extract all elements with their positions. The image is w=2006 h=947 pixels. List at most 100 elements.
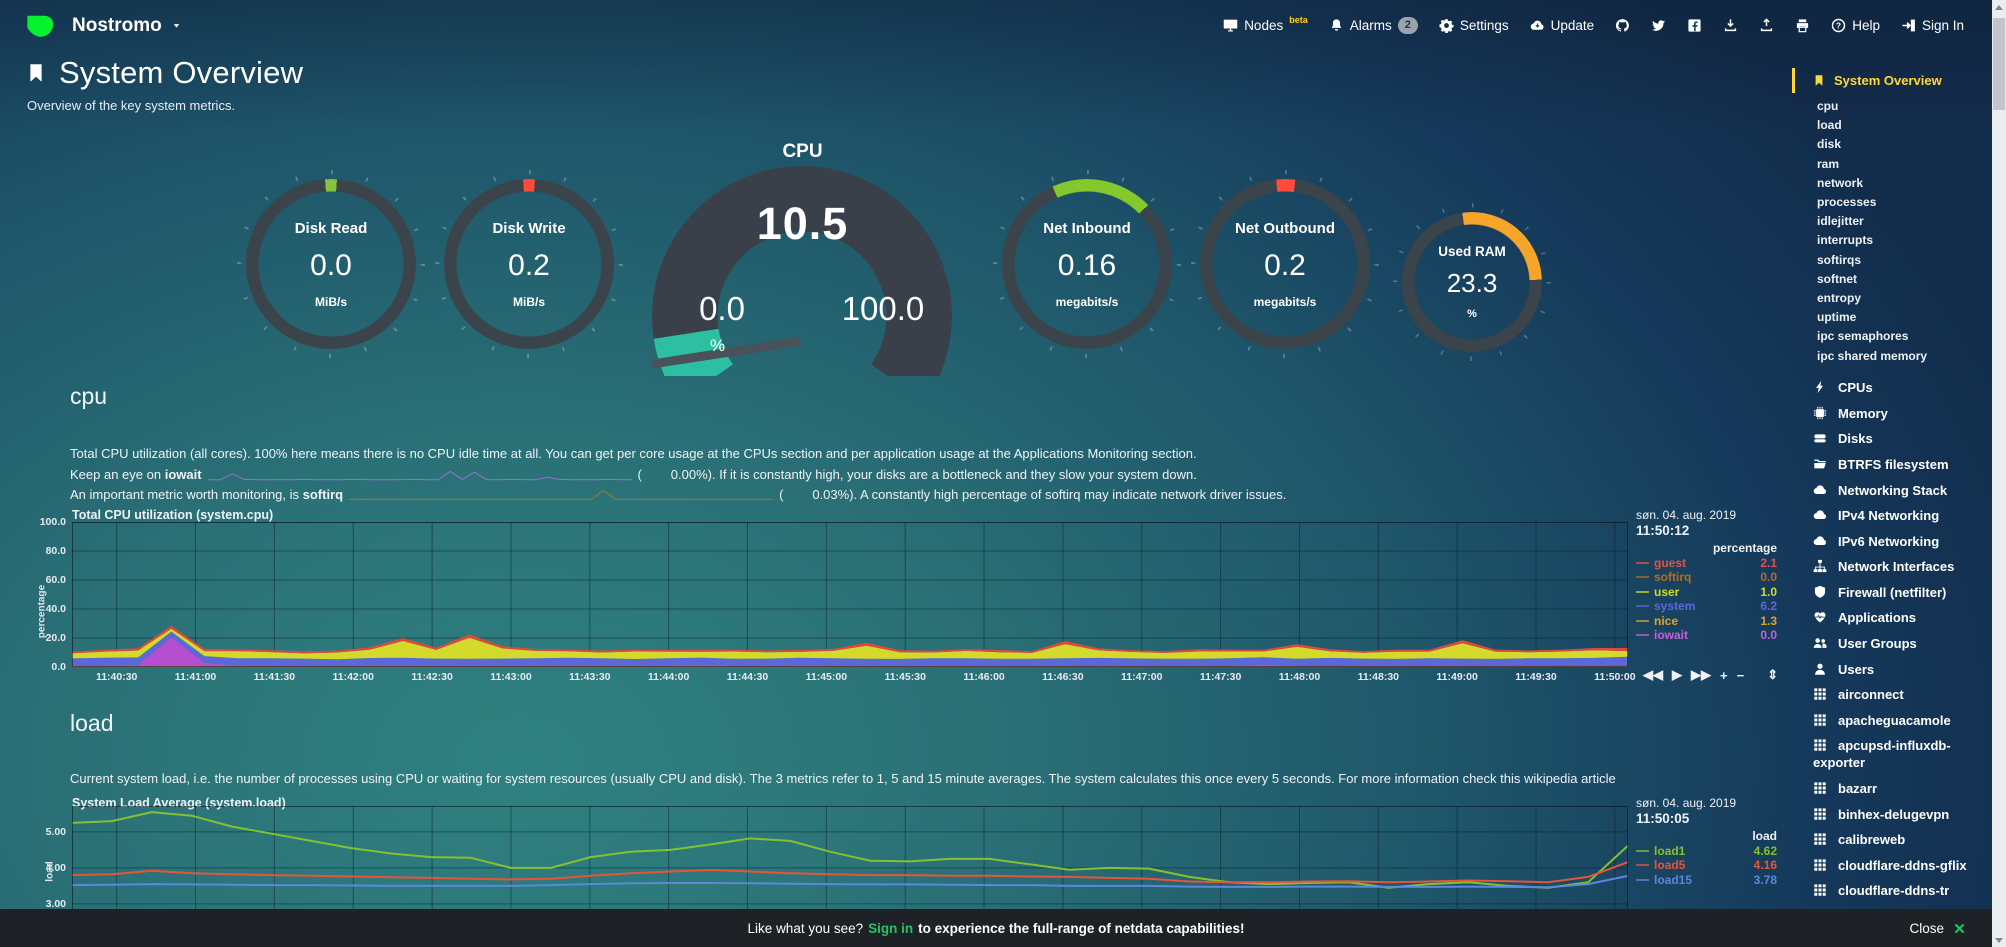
sidebar-item-airconnect[interactable]: airconnect: [1813, 682, 1984, 708]
sidebar-item-networking-stack[interactable]: Networking Stack: [1813, 477, 1984, 503]
scrollbar-up-arrow[interactable]: [1992, 0, 2006, 14]
legend-row-system[interactable]: system6.2: [1636, 599, 1777, 613]
sidebar: System Overview cpuloaddiskramnetworkpro…: [1792, 0, 1992, 947]
nav-update-label: Update: [1551, 18, 1595, 33]
pan-backward-button[interactable]: ◀◀: [1643, 667, 1663, 683]
sidebar-item-apcupsd-influxdb-exporter[interactable]: apcupsd-influxdb-exporter: [1813, 733, 1984, 776]
pan-forward-button[interactable]: ▶▶: [1691, 667, 1711, 683]
sidebar-item-ipv4-networking[interactable]: IPv4 Networking: [1813, 503, 1984, 529]
legend-row-guest[interactable]: guest2.1: [1636, 556, 1777, 570]
sidebar-item-firewall-netfilter-[interactable]: Firewall (netfilter): [1813, 580, 1984, 606]
bookmark-icon: [26, 60, 46, 86]
sidebar-item-users[interactable]: Users: [1813, 656, 1984, 682]
gauge-net-inbound[interactable]: Net Inbound0.16megabits/s: [1002, 179, 1172, 349]
legend-row-load5[interactable]: load54.16: [1636, 858, 1777, 872]
legend-row-iowait[interactable]: iowait0.0: [1636, 628, 1777, 642]
sidebar-item-cloudflare-ddns-gflix[interactable]: cloudflare-ddns-gflix: [1813, 853, 1984, 879]
chart-toolbar: ◀◀▶▶▶+−⇕: [1643, 667, 1778, 683]
banner-signin-link[interactable]: Sign in: [868, 921, 913, 936]
x-tick-label: 11:43:00: [478, 671, 544, 683]
sidebar-item-disks[interactable]: Disks: [1813, 426, 1984, 452]
nav-github[interactable]: [1615, 18, 1630, 33]
nav-export[interactable]: [1723, 18, 1738, 33]
sidebar-subitem-softnet[interactable]: softnet: [1817, 270, 1992, 289]
nav-alarms[interactable]: Alarms2: [1329, 17, 1418, 34]
cpu-chart-canvas[interactable]: [72, 522, 1628, 667]
resize-button[interactable]: ⇕: [1767, 667, 1778, 683]
monitor-icon: [1223, 18, 1238, 33]
x-tick-label: 11:43:30: [557, 671, 623, 683]
nav-twitter[interactable]: [1651, 18, 1666, 33]
scrollbar-down-arrow[interactable]: [1992, 933, 2006, 947]
legend-row-user[interactable]: user1.0: [1636, 585, 1777, 599]
legend-row-softirq[interactable]: softirq0.0: [1636, 570, 1777, 584]
cpu-gauge[interactable]: CPU 10.5 0.0 100.0 %: [650, 140, 955, 377]
iowait-sparkline: [208, 468, 632, 481]
nav-update[interactable]: Update: [1530, 18, 1595, 33]
github-icon: [1615, 18, 1630, 33]
nav-facebook[interactable]: [1687, 18, 1702, 33]
sidebar-item-btrfs-filesystem[interactable]: BTRFS filesystem: [1813, 452, 1984, 478]
sidebar-item-applications[interactable]: Applications: [1813, 605, 1984, 631]
hostname-dropdown[interactable]: Nostromo: [72, 15, 182, 37]
sidebar-item-cpus[interactable]: CPUs: [1813, 375, 1984, 401]
legend-row-load15[interactable]: load153.78: [1636, 873, 1777, 887]
facebook-icon: [1687, 18, 1702, 33]
gauge-disk-read[interactable]: Disk Read0.0MiB/s: [246, 179, 416, 349]
grid-icon: [1813, 832, 1830, 846]
twitter-icon: [1651, 18, 1666, 33]
scrollbar-thumb[interactable]: [1993, 18, 2005, 110]
play-button[interactable]: ▶: [1672, 667, 1682, 683]
sidebar-subitem-ipc-semaphores[interactable]: ipc semaphores: [1817, 327, 1992, 346]
cpu-gauge-value: 10.5: [650, 198, 955, 250]
sidebar-item-network-interfaces[interactable]: Network Interfaces: [1813, 554, 1984, 580]
zoom-out-button[interactable]: −: [1737, 668, 1745, 683]
gauge-unit: %: [1467, 308, 1477, 320]
page-scrollbar[interactable]: [1992, 0, 2006, 947]
nav-import[interactable]: [1759, 18, 1774, 33]
sidebar-item-ipv6-networking[interactable]: IPv6 Networking: [1813, 528, 1984, 554]
sidebar-subitem-interrupts[interactable]: interrupts: [1817, 231, 1992, 250]
gauge-disk-write[interactable]: Disk Write0.2MiB/s: [444, 179, 614, 349]
x-tick-label: 11:48:30: [1345, 671, 1411, 683]
gauge-value: 0.2: [1264, 249, 1306, 283]
sidebar-subitem-load[interactable]: load: [1817, 116, 1992, 135]
sidebar-subitem-idlejitter[interactable]: idlejitter: [1817, 212, 1992, 231]
legend-dash: [1636, 879, 1649, 881]
cpu-gauge-max: 100.0: [817, 290, 949, 328]
sidebar-subitem-ipc-shared-memory[interactable]: ipc shared memory: [1817, 347, 1992, 366]
sidebar-item-bazarr[interactable]: bazarr: [1813, 776, 1984, 802]
sidebar-subitem-processes[interactable]: processes: [1817, 193, 1992, 212]
gauge-label: Disk Read: [295, 220, 368, 237]
page-title-text: System Overview: [59, 55, 303, 91]
legend-dash: [1636, 634, 1649, 636]
sidebar-item-apacheguacamole[interactable]: apacheguacamole: [1813, 708, 1984, 734]
legend-row-load1[interactable]: load14.62: [1636, 844, 1777, 858]
gauge-used-ram[interactable]: Used RAM23.3%: [1402, 212, 1542, 352]
sidebar-item-calibreweb[interactable]: calibreweb: [1813, 827, 1984, 853]
sidebar-subitem-disk[interactable]: disk: [1817, 135, 1992, 154]
sidebar-subitem-softirqs[interactable]: softirqs: [1817, 251, 1992, 270]
sidebar-item-user-groups[interactable]: User Groups: [1813, 631, 1984, 657]
sidebar-item-cloudflare-ddns-tr[interactable]: cloudflare-ddns-tr: [1813, 878, 1984, 904]
sidebar-subitem-network[interactable]: network: [1817, 174, 1992, 193]
sidebar-subitem-entropy[interactable]: entropy: [1817, 289, 1992, 308]
sidebar-subitem-uptime[interactable]: uptime: [1817, 308, 1992, 327]
gauge-net-outbound[interactable]: Net Outbound0.2megabits/s: [1200, 179, 1370, 349]
sidebar-subitem-cpu[interactable]: cpu: [1817, 97, 1992, 116]
sidebar-item-memory[interactable]: Memory: [1813, 400, 1984, 426]
sidebar-item-binhex-delugevpn[interactable]: binhex-delugevpn: [1813, 801, 1984, 827]
legend-row-nice[interactable]: nice1.3: [1636, 614, 1777, 628]
banner-close-button[interactable]: Close: [1909, 921, 1966, 936]
sidebar-subitem-ram[interactable]: ram: [1817, 155, 1992, 174]
load-intro-text: Current system load, i.e. the number of …: [70, 771, 1790, 786]
nav-settings[interactable]: Settings: [1439, 18, 1509, 33]
zoom-in-button[interactable]: +: [1720, 668, 1728, 683]
gauge-value: 0.2: [508, 249, 550, 283]
sidebar-item-system-overview[interactable]: System Overview: [1792, 70, 1992, 91]
softirq-pre-text: An important metric worth monitoring, is: [70, 487, 303, 502]
page-title: System Overview: [26, 55, 303, 91]
gauge-label: Net Outbound: [1235, 220, 1335, 237]
cpu-utilization-chart[interactable]: Total CPU utilization (system.cpu)søn. 0…: [0, 505, 1792, 697]
nav-nodes[interactable]: Nodesbeta: [1223, 18, 1308, 33]
